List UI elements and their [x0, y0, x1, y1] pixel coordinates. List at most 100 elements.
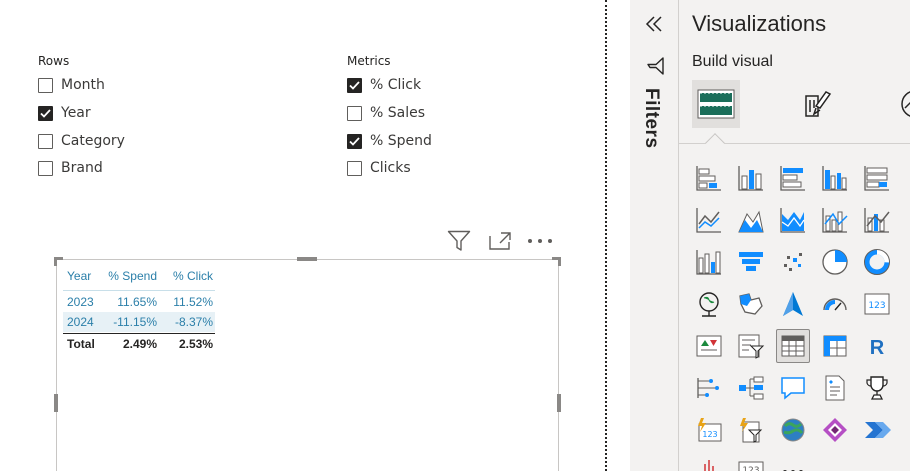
- checkbox[interactable]: [38, 133, 53, 149]
- paginated-report-icon[interactable]: [692, 455, 726, 471]
- checkbox-checked[interactable]: [347, 133, 362, 149]
- smart-narrative-icon[interactable]: [818, 371, 852, 405]
- line-chart-icon[interactable]: [692, 203, 726, 237]
- table-cell: Total: [67, 337, 95, 351]
- canvas-pane-divider: [605, 0, 607, 471]
- power-apps-card-icon[interactable]: 123: [692, 413, 726, 447]
- matrix-icon[interactable]: [818, 329, 852, 363]
- stacked-column-chart-icon[interactable]: [734, 161, 768, 195]
- qa-icon[interactable]: [776, 371, 810, 405]
- slicer-item-label: % Click: [370, 77, 422, 93]
- visualizations-pane: Visualizations Build visual 123 R 123 12…: [678, 0, 910, 471]
- selection-corner[interactable]: [558, 257, 561, 266]
- stacked-area-chart-icon[interactable]: [776, 203, 810, 237]
- slicer-item-clicks[interactable]: Clicks: [347, 158, 411, 178]
- slicer-item-label: Brand: [61, 160, 103, 176]
- checkbox-checked[interactable]: [38, 105, 53, 121]
- checkmark-icon: [349, 80, 360, 90]
- card-icon[interactable]: 123: [860, 287, 894, 321]
- report-canvas: Rows Month Year Category Brand Metrics %…: [0, 0, 604, 471]
- waterfall-funnel-icon[interactable]: [734, 245, 768, 279]
- table-cell: 11.52%: [173, 295, 213, 309]
- kpi-icon[interactable]: [692, 329, 726, 363]
- checkbox[interactable]: [38, 77, 53, 93]
- power-automate-icon[interactable]: [860, 413, 894, 447]
- clustered-bar-chart-icon[interactable]: [776, 161, 810, 195]
- slicer-item-pct-click[interactable]: % Click: [347, 75, 421, 95]
- focus-mode-icon[interactable]: [485, 228, 515, 254]
- scatter-chart-icon[interactable]: [776, 245, 810, 279]
- table-cell: 2024: [67, 315, 94, 329]
- filter-visual-icon[interactable]: [444, 228, 474, 254]
- rows-slicer: Rows Month Year Category Brand: [38, 54, 125, 176]
- format-visual-tab[interactable]: [792, 80, 840, 128]
- trophy-goals-icon[interactable]: [860, 371, 894, 405]
- resize-handle-left[interactable]: [54, 394, 58, 412]
- r-visual-icon[interactable]: R: [860, 329, 894, 363]
- slicer-item-label: Category: [61, 133, 125, 149]
- slicer-item-year[interactable]: Year: [38, 103, 91, 123]
- checkbox[interactable]: [347, 160, 362, 176]
- stacked-bar-chart-icon[interactable]: [692, 161, 726, 195]
- clustered-column-chart-icon[interactable]: [818, 161, 852, 195]
- power-apps-icon[interactable]: [818, 413, 852, 447]
- analytics-tab[interactable]: [889, 80, 910, 128]
- slicer-item-label: % Spend: [370, 133, 432, 149]
- filters-pane[interactable]: Filters: [630, 0, 678, 471]
- multi-row-card-icon[interactable]: 123: [734, 455, 768, 471]
- ribbon-chart-icon[interactable]: [692, 245, 726, 279]
- arcgis-map-icon[interactable]: [776, 413, 810, 447]
- slicer-item-month[interactable]: Month: [38, 75, 105, 95]
- checkbox[interactable]: [38, 160, 53, 176]
- svg-text:123: 123: [868, 301, 885, 311]
- azure-map-icon[interactable]: [776, 287, 810, 321]
- line-and-clustered-column-icon[interactable]: [860, 203, 894, 237]
- slicer-item-pct-sales[interactable]: % Sales: [347, 103, 425, 123]
- filters-label[interactable]: Filters: [640, 88, 662, 149]
- table-total-row: Total 2.49% 2.53%: [63, 334, 215, 354]
- metrics-slicer-title: Metrics: [347, 54, 391, 68]
- table-visual[interactable]: Year % Spend % Click 2023 11.65% 11.52% …: [54, 257, 561, 471]
- column-header[interactable]: % Spend: [103, 266, 157, 286]
- table-cell: 2023: [67, 295, 94, 309]
- pie-chart-icon[interactable]: [818, 245, 852, 279]
- table-icon[interactable]: [776, 329, 810, 363]
- build-visual-tab[interactable]: [692, 80, 740, 128]
- stacked-bar-100-chart-icon[interactable]: [860, 161, 894, 195]
- more-options-icon[interactable]: [525, 228, 555, 254]
- expand-filters-icon[interactable]: [643, 12, 665, 36]
- table-row[interactable]: 2024 -11.15% -8.37%: [63, 312, 215, 332]
- gauge-icon[interactable]: [818, 287, 852, 321]
- donut-chart-icon[interactable]: [860, 245, 894, 279]
- area-chart-icon[interactable]: [734, 203, 768, 237]
- treemap-globe-icon[interactable]: [692, 287, 726, 321]
- filled-map-icon[interactable]: [734, 287, 768, 321]
- metrics-slicer: Metrics % Click % Sales % Spend Clicks: [347, 54, 432, 176]
- table-row[interactable]: 2023 11.65% 11.52%: [63, 292, 215, 312]
- slicer-icon[interactable]: [734, 329, 768, 363]
- more-visuals-icon[interactable]: [776, 455, 810, 471]
- slicer-item-pct-spend[interactable]: % Spend: [347, 131, 432, 151]
- resize-handle-top[interactable]: [297, 257, 317, 261]
- slicer-item-label: % Sales: [370, 105, 426, 121]
- resize-handle-right[interactable]: [557, 394, 561, 412]
- selection-corner[interactable]: [54, 257, 57, 266]
- column-header[interactable]: Year: [63, 266, 103, 286]
- table-cell: -11.15%: [113, 315, 157, 329]
- column-header[interactable]: % Click: [157, 266, 213, 286]
- filter-icon: [646, 56, 666, 76]
- svg-text:123: 123: [702, 430, 717, 439]
- key-influencers-icon[interactable]: [692, 371, 726, 405]
- checkbox-checked[interactable]: [347, 77, 362, 93]
- table-header-row: Year % Spend % Click: [63, 266, 215, 286]
- slicer-item-brand[interactable]: Brand: [38, 158, 103, 178]
- power-automate-slicer-icon[interactable]: [734, 413, 768, 447]
- decomposition-tree-icon[interactable]: [734, 371, 768, 405]
- checkbox[interactable]: [347, 105, 362, 121]
- table-cell: 2.49%: [122, 337, 157, 351]
- table-tab-icon: [697, 89, 735, 119]
- header-divider: [63, 290, 215, 291]
- pane-subtitle: Build visual: [692, 53, 773, 70]
- slicer-item-category[interactable]: Category: [38, 131, 125, 151]
- line-and-stacked-column-icon[interactable]: [818, 203, 852, 237]
